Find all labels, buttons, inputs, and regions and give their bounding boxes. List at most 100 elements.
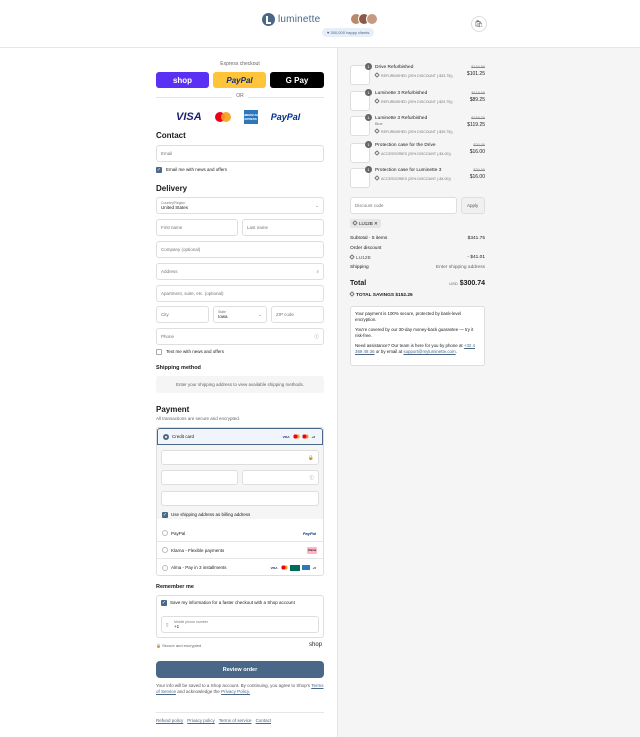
product-original-price: $159.00 (471, 116, 485, 120)
discount-code-field[interactable]: Discount code (350, 197, 457, 214)
product-item: 1 Drive Refurbished REFURBISHED (25% DIS… (350, 63, 485, 85)
contact-title: Contact (156, 131, 186, 140)
save-info-checkbox[interactable]: ✓ (161, 600, 167, 606)
maestro-icon (302, 434, 309, 439)
product-thumbnail: 1 (350, 89, 372, 111)
privacy-policy-link[interactable]: Privacy policy (187, 718, 215, 723)
product-name: Luminette 3 Refurbished (375, 116, 428, 121)
more-cards-count: +5 (312, 565, 316, 570)
product-price: $89.25 (469, 97, 485, 103)
info-box: Your payment is 100% secure, protected b… (350, 306, 485, 366)
mobile-phone-field[interactable]: ▯ Mobile phone number +1 (161, 616, 319, 633)
order-discount-label: Order discount (350, 246, 382, 251)
applied-discount-chip: LU12B ✕ (350, 219, 381, 228)
alma-option[interactable]: Alma - Pay in 3 installments VISA +5 (157, 559, 323, 576)
product-tag: ACCESSORIES (20% DISCOUNT (-$4.00)) (374, 150, 451, 156)
tag-icon (374, 98, 380, 104)
first-name-field[interactable]: First name (156, 219, 238, 236)
company-field[interactable]: Company (optional) (156, 241, 324, 258)
amex-icon (301, 565, 310, 570)
email-field[interactable]: Email (156, 145, 324, 162)
tag-icon (352, 220, 358, 226)
product-thumbnail: 1 (350, 166, 372, 188)
email-link[interactable]: support@myluminette.com (403, 349, 455, 354)
country-select[interactable]: Country/Region United States ⌄ (156, 197, 324, 214)
shop-pay-button[interactable]: shop (156, 72, 209, 88)
klarna-option[interactable]: Klarna - Flexible payments Klarna (157, 542, 323, 559)
contact-link[interactable]: Contact (256, 718, 272, 723)
paypal-radio[interactable] (162, 530, 168, 536)
product-item: 1 Protection case for the Drive ACCESSOR… (350, 141, 485, 163)
total-row: Total USD $300.74 (350, 280, 485, 287)
shipping-notice: Enter your shipping address to view avai… (156, 376, 324, 393)
close-icon[interactable]: ✕ (374, 221, 378, 226)
visa-icon: VISA (270, 565, 278, 570)
security-code-field[interactable]: ⓘ (242, 470, 319, 485)
name-on-card-field[interactable] (161, 491, 319, 506)
total-savings-row: TOTAL SAVINGS $152.26 (349, 291, 485, 298)
help-icon[interactable]: ⓘ (315, 334, 320, 340)
state-select[interactable]: State Iowa ⌄ (213, 306, 267, 323)
accepted-cards: VISA AMERICAN EXPRESS PayPal (176, 110, 300, 124)
address-field[interactable]: Address ⌕ (156, 263, 324, 280)
last-name-field[interactable]: Last name (242, 219, 324, 236)
card-number-field[interactable]: 🔒 (161, 450, 319, 465)
search-icon: ⌕ (316, 269, 319, 274)
legal-text: Your info will be saved to a Shop accoun… (156, 683, 324, 694)
text-news-label: Text me with news and offers (166, 349, 224, 354)
visa-icon: VISA (176, 111, 202, 123)
klarna-radio[interactable] (162, 547, 168, 553)
product-tag: REFURBISHED (25% DISCOUNT (-$39.75)) (374, 128, 453, 134)
terms-of-service-link[interactable]: Terms of service (219, 718, 252, 723)
refund-policy-link[interactable]: Refund policy (156, 718, 183, 723)
google-pay-button[interactable]: G Pay (270, 72, 324, 88)
brand-name: luminette (278, 14, 321, 25)
credit-card-radio[interactable] (163, 433, 169, 440)
tag-icon (374, 72, 380, 78)
amex-icon: AMERICAN EXPRESS (243, 110, 259, 124)
paypal-button[interactable]: PayPal (213, 72, 266, 88)
news-checkbox[interactable]: ✓ (156, 167, 162, 173)
mastercard-icon (281, 565, 288, 570)
tag-icon (374, 175, 380, 181)
cart-icon[interactable]: 🛍 (471, 16, 487, 32)
shop-logo: shop (309, 642, 323, 648)
product-variant: Blue (375, 122, 383, 126)
alma-radio[interactable] (162, 564, 168, 571)
privacy-link[interactable]: Privacy Policy. (221, 689, 250, 694)
product-price: $16.00 (469, 149, 485, 155)
billing-checkbox[interactable]: ✓ (162, 512, 168, 518)
phone-field[interactable]: Phone ⓘ (156, 328, 324, 345)
apply-button[interactable]: Apply (461, 197, 485, 214)
lock-icon: 🔒 (156, 643, 161, 648)
more-cards-count: +2 (311, 434, 315, 439)
help-icon[interactable]: ⓘ (310, 475, 315, 481)
or-divider: OR (156, 93, 324, 101)
card-logos: VISA +2 (282, 434, 316, 439)
guarantee-text: You're covered by our 30-day money-back … (355, 327, 474, 338)
tag-icon (374, 150, 380, 156)
tag-icon (349, 254, 355, 260)
zip-field[interactable]: ZIP code (271, 306, 324, 323)
review-order-button[interactable]: Review order (156, 661, 324, 678)
save-info-label: Save my information for a faster checkou… (170, 600, 295, 605)
paypal-label: PayPal (171, 530, 186, 536)
footer-links: Refund policy Privacy policy Terms of se… (156, 712, 324, 723)
product-item: 1 Protection case for Luminette 3 ACCESS… (350, 166, 485, 188)
brand-logo[interactable]: luminette (262, 13, 320, 26)
express-checkout-label: Express checkout (220, 61, 260, 67)
product-thumbnail: 1 (350, 114, 372, 136)
payment-options: Credit card VISA +2 🔒 ⓘ ✓ Use shipping a… (156, 427, 324, 576)
credit-card-option[interactable]: Credit card VISA +2 (157, 428, 323, 445)
alma-label: Alma - Pay in 3 installments (171, 565, 227, 570)
city-field[interactable]: City (156, 306, 209, 323)
product-original-price: $134.99 (471, 65, 485, 69)
paypal-option[interactable]: PayPal PayPal (157, 525, 323, 542)
happy-clients-badge: ♥ 300,000 happy clients (322, 28, 375, 37)
expiry-field[interactable] (161, 470, 238, 485)
apartment-field[interactable]: Apartment, suite, etc. (optional) (156, 285, 324, 302)
text-news-checkbox[interactable] (156, 349, 162, 355)
client-avatars (350, 13, 378, 25)
product-original-price: $119.00 (471, 91, 485, 95)
secure-payment-text: Your payment is 100% secure, protected b… (355, 311, 462, 322)
